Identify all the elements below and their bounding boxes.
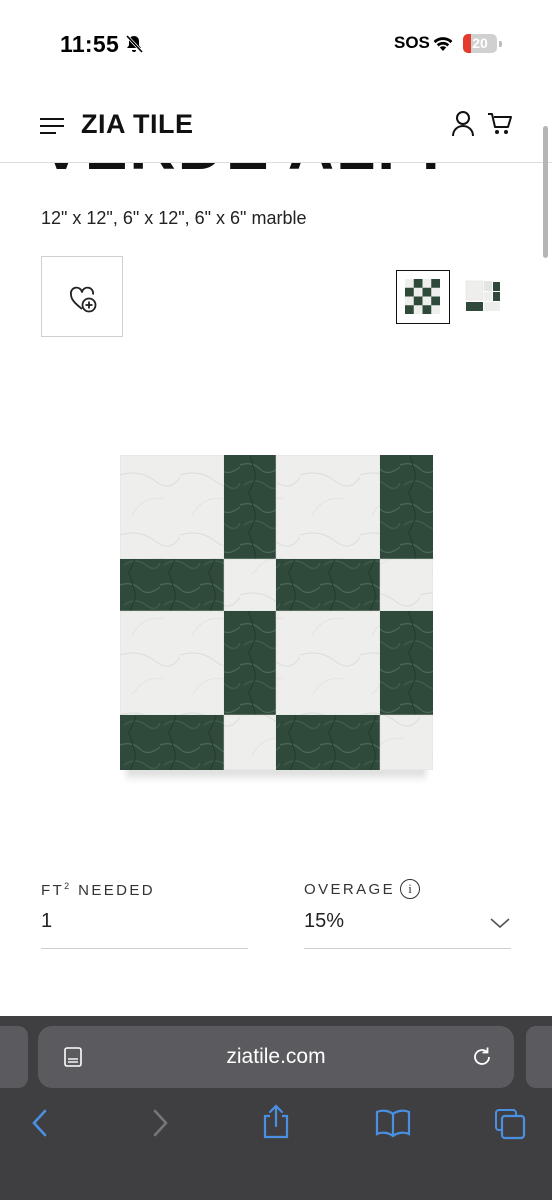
overage-label: OVERAGE [304,881,395,898]
thumbnail-image [465,280,500,311]
product-shadow [126,768,426,782]
account-icon[interactable] [452,111,474,137]
info-icon[interactable]: i [400,879,420,899]
tabs-icon[interactable] [494,1108,526,1140]
sqft-label-rest: NEEDED [71,882,156,899]
status-time: 11:55 [60,31,120,57]
cart-icon[interactable] [487,112,513,136]
share-icon[interactable] [260,1104,292,1140]
previous-tab-preview[interactable] [0,1026,28,1088]
url-text[interactable]: ziatile.com [38,1045,514,1069]
sqft-input-underline [41,948,248,949]
wifi-icon [433,37,453,51]
battery-level: 20 [472,35,488,51]
product-subtitle: 12" x 12", 6" x 12", 6" x 6" marble [41,208,307,228]
heart-plus-icon [70,286,97,313]
overage-underline [304,948,511,949]
sqft-needed-label: FT2 NEEDED [41,881,155,899]
forward-icon[interactable] [150,1108,170,1138]
sos-indicator: SOS [394,33,430,52]
bookmarks-icon[interactable] [375,1108,411,1138]
site-logo[interactable]: ZIA TILE [81,109,194,140]
scrollbar[interactable] [543,126,548,258]
chevron-down-icon[interactable] [489,916,511,930]
back-icon[interactable] [30,1108,50,1138]
bell-muted-icon [125,34,144,54]
overage-select[interactable]: 15% [304,910,344,933]
add-to-wishlist-button[interactable] [41,256,123,337]
reload-icon[interactable] [470,1045,494,1069]
site-header: ZIA TILE [0,90,552,163]
next-tab-preview[interactable] [526,1026,552,1088]
sqft-label-unit: FT [41,882,65,899]
sqft-needed-input[interactable]: 1 [41,910,52,933]
battery-indicator: 20 [463,34,497,53]
status-bar: 11:55 SOS 20 [0,0,552,90]
thumbnail-image [405,279,440,314]
address-bar[interactable]: ziatile.com [38,1026,514,1088]
menu-icon[interactable] [40,118,64,134]
thumbnail-checker-pattern[interactable] [396,270,450,324]
product-image [120,455,433,770]
sqft-label-sup: 2 [64,881,72,891]
thumbnail-tile-samples[interactable] [460,270,514,324]
